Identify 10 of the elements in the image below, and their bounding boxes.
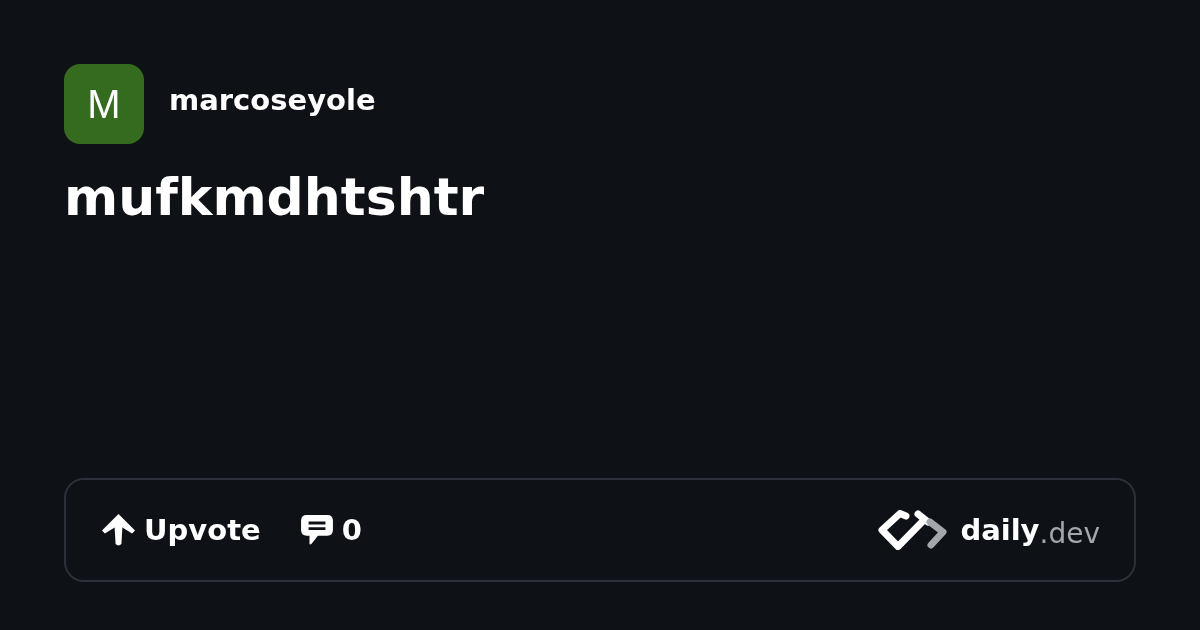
comments-button[interactable]: 0 (300, 513, 362, 547)
logo-suffix: .dev (1039, 516, 1100, 550)
avatar: M (64, 64, 144, 144)
arrow-up-icon (102, 513, 135, 547)
post-title: mufkmdhtshtr (64, 166, 486, 228)
upvote-button[interactable]: Upvote (102, 513, 261, 547)
comment-icon (300, 515, 333, 545)
logo-wordmark: daily (960, 513, 1040, 547)
author-name: marcoseyole (169, 82, 376, 118)
logo-mark-icon (878, 510, 949, 550)
